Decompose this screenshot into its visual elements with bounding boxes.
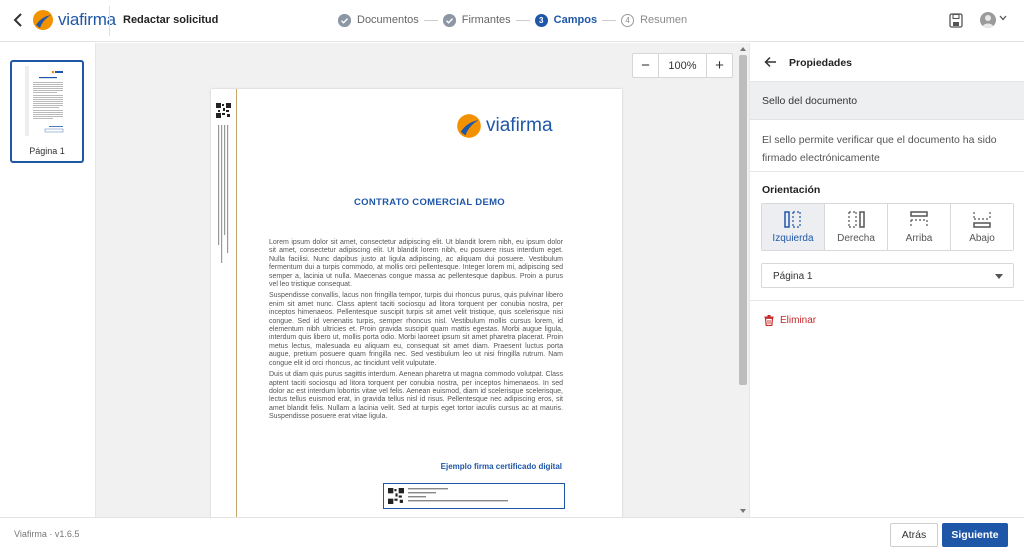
properties-panel: Propiedades Sello del documento El sello…: [749, 43, 1024, 517]
step-connector: [515, 19, 530, 21]
seal-description: El sello permite verificar que el docume…: [762, 134, 997, 164]
viafirma-logo-icon: [33, 10, 53, 30]
chevron-down-icon[interactable]: [999, 15, 1007, 21]
orientation-right-button[interactable]: Derecha: [825, 204, 888, 250]
page-select-value: Página 1: [773, 271, 813, 282]
signature-field[interactable]: [383, 483, 565, 509]
save-icon[interactable]: [949, 13, 963, 28]
align-left-icon: [784, 210, 801, 228]
panel-title: Propiedades: [789, 57, 853, 69]
zoom-out-button[interactable]: −: [633, 54, 658, 77]
back-button[interactable]: Atrás: [890, 523, 938, 547]
step-firmantes[interactable]: Firmantes: [442, 13, 511, 27]
dropdown-caret-icon: [995, 274, 1003, 279]
page-title: Redactar solicitud: [123, 14, 219, 26]
viafirma-logo-icon: [457, 114, 481, 138]
step-connector: [423, 19, 438, 21]
step-number: 3: [534, 13, 548, 27]
wizard-steps: Documentos Firmantes 3 Campos 4 Resumen: [338, 12, 687, 28]
step-documentos[interactable]: Documentos: [338, 13, 419, 27]
document-canvas: − 100% + viafirma CONTRATO COMERCIAL DEM…: [96, 43, 737, 517]
app-version: Viafirma · v1.6.5: [14, 529, 80, 539]
header-divider: [109, 6, 110, 36]
document-body: Lorem ipsum dolor sit amet, consectetur …: [269, 239, 563, 425]
qr-code-icon: [216, 103, 231, 118]
back-chevron-icon[interactable]: [10, 11, 26, 29]
align-top-icon: [910, 210, 928, 227]
arrow-left-icon[interactable]: [764, 55, 778, 69]
check-circle-icon: [442, 13, 456, 27]
step-label: Documentos: [357, 14, 419, 26]
step-label: Campos: [553, 14, 598, 26]
scroll-down-arrow-icon[interactable]: [740, 509, 746, 513]
delete-label: Eliminar: [780, 315, 817, 326]
trash-icon: [764, 315, 774, 326]
step-connector: [602, 19, 617, 21]
align-right-icon: [848, 210, 865, 228]
paragraph: Suspendisse convallis, lacus non fringil…: [269, 292, 563, 367]
delete-seal-button[interactable]: Eliminar: [764, 315, 816, 326]
orientation-label-bottom: Abajo: [969, 232, 995, 244]
step-campos[interactable]: 3 Campos: [534, 13, 598, 27]
footer: Viafirma · v1.6.5 Atrás Siguiente: [0, 517, 1024, 549]
orientation-top-button[interactable]: Arriba: [888, 204, 951, 250]
section-header: Sello del documento: [750, 82, 1024, 120]
zoom-control: − 100% +: [632, 53, 733, 78]
signature-text-lines: [408, 488, 508, 502]
document-logo-text: viafirma: [486, 115, 553, 136]
page-select[interactable]: Página 1: [761, 263, 1014, 288]
paragraph: Duis ut diam quis purus sagittis interdu…: [269, 371, 563, 421]
user-avatar-icon[interactable]: [980, 12, 996, 28]
canvas-scrollbar[interactable]: [737, 43, 749, 517]
thumbnail-preview: [25, 66, 69, 136]
step-number: 4: [621, 13, 635, 27]
document-page: viafirma CONTRATO COMERCIAL DEMO Lorem i…: [211, 89, 622, 517]
next-button[interactable]: Siguiente: [942, 523, 1008, 547]
orientation-label-left: Izquierda: [772, 232, 814, 244]
seal-text-lines: [218, 125, 229, 263]
align-bottom-icon: [973, 211, 991, 228]
scrollbar-thumb[interactable]: [739, 55, 747, 385]
panel-header: Propiedades: [750, 43, 1024, 82]
thumbnail-label: Página 1: [29, 146, 65, 156]
zoom-level: 100%: [658, 54, 707, 77]
brand-name: viafirma: [58, 10, 116, 29]
document-title: CONTRATO COMERCIAL DEMO: [354, 197, 505, 208]
divider: [750, 171, 1024, 172]
page-thumbnails: Página 1: [0, 43, 96, 517]
step-label: Resumen: [640, 14, 688, 26]
section-title: Sello del documento: [762, 95, 858, 107]
zoom-in-button[interactable]: +: [707, 54, 732, 77]
qr-code-icon: [388, 488, 404, 504]
orientation-left-button[interactable]: Izquierda: [762, 204, 825, 250]
orientation-selector: Izquierda Derecha Arriba Abajo: [761, 203, 1014, 251]
brand-logo: viafirma: [32, 9, 116, 31]
orientation-bottom-button[interactable]: Abajo: [951, 204, 1013, 250]
thumbnail-page-1[interactable]: Página 1: [10, 60, 84, 163]
top-bar: viafirma Redactar solicitud Documentos F…: [0, 0, 1024, 42]
signature-label: Ejemplo firma certificado digital: [440, 462, 562, 471]
orientation-label-right: Derecha: [837, 232, 875, 244]
orientation-label-top: Arriba: [905, 232, 933, 244]
document-seal-strip[interactable]: [211, 89, 237, 517]
check-circle-icon: [338, 13, 351, 27]
orientation-label: Orientación: [762, 184, 821, 196]
paragraph: Lorem ipsum dolor sit amet, consectetur …: [269, 239, 563, 289]
step-label: Firmantes: [461, 14, 511, 26]
document-logo: viafirma: [456, 113, 553, 139]
divider: [750, 300, 1024, 301]
scroll-up-arrow-icon[interactable]: [740, 47, 746, 51]
step-resumen[interactable]: 4 Resumen: [621, 13, 688, 27]
